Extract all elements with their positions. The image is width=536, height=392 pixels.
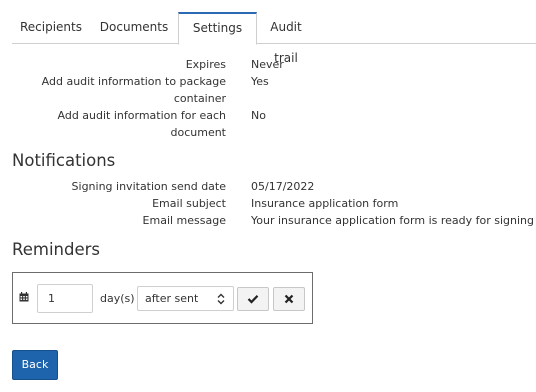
tab-audit-trail[interactable]: Audit trail xyxy=(258,12,314,65)
email-message-label: Email message xyxy=(142,214,226,227)
cancel-reminder-button[interactable] xyxy=(273,287,305,311)
tab-bar: Recipients Documents Settings Audit trai… xyxy=(12,12,536,65)
reminders-heading: Reminders xyxy=(12,240,100,259)
tab-settings[interactable]: Settings xyxy=(178,12,257,45)
send-date-value: 05/17/2022 xyxy=(251,180,315,193)
back-button[interactable]: Back xyxy=(12,350,58,380)
notifications-heading: Notifications xyxy=(12,151,116,170)
audit-package-value: Yes xyxy=(251,75,269,88)
calendar-icon xyxy=(19,292,29,302)
audit-document-label-line1: Add audit information for each xyxy=(57,109,227,122)
reminder-timing-value: after sent xyxy=(145,292,199,305)
close-icon xyxy=(284,294,294,304)
audit-document-value: No xyxy=(251,109,266,122)
send-date-label: Signing invitation send date xyxy=(71,180,226,193)
check-icon xyxy=(247,295,259,304)
confirm-reminder-button[interactable] xyxy=(237,287,269,311)
tab-documents[interactable]: Documents xyxy=(93,12,175,44)
tab-recipients[interactable]: Recipients xyxy=(12,12,90,44)
reminder-timing-select[interactable]: after sent xyxy=(137,286,234,311)
email-subject-value: Insurance application form xyxy=(251,197,399,210)
days-label: day(s) xyxy=(100,292,135,305)
audit-package-label-line2: container xyxy=(173,92,226,105)
reminder-row: day(s) after sent xyxy=(12,272,313,324)
email-message-value: Your insurance application form is ready… xyxy=(251,214,535,227)
expires-value: Never xyxy=(251,58,284,71)
audit-document-label-line2: document xyxy=(170,126,227,139)
chevron-updown-icon xyxy=(217,293,225,305)
email-subject-label: Email subject xyxy=(152,197,226,210)
audit-package-label-line1: Add audit information to package xyxy=(41,75,226,88)
reminder-days-input[interactable] xyxy=(37,284,93,313)
expires-label: Expires xyxy=(185,58,226,71)
